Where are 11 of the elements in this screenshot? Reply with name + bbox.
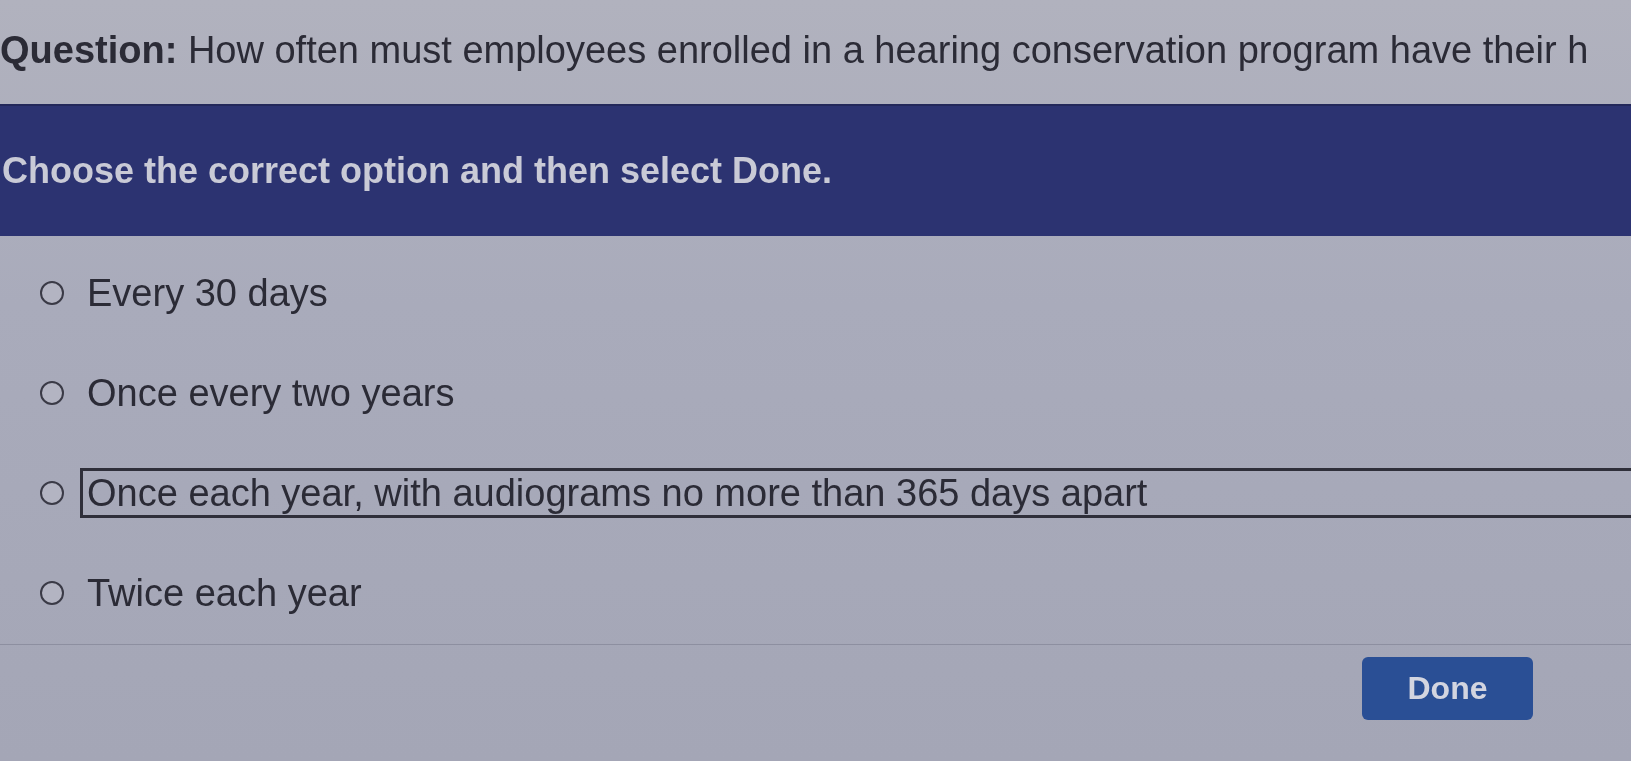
instruction-text: Choose the correct option and then select Done. [1,150,833,192]
option-label[interactable]: Twice each year [80,568,369,618]
question-text: Question: How often must employees enrolled in a hearing conservation program have their h [0,28,1589,72]
option-label[interactable]: Once every two years [80,368,462,418]
done-button[interactable]: Done [1362,657,1533,720]
radio-button[interactable] [40,281,64,305]
radio-button[interactable] [40,581,64,605]
option-label[interactable]: Once each year, with audiograms no more than 365 days apart [80,468,1631,518]
radio-button[interactable] [40,381,64,405]
option-label[interactable]: Every 30 days [80,268,335,318]
radio-button[interactable] [40,481,64,505]
